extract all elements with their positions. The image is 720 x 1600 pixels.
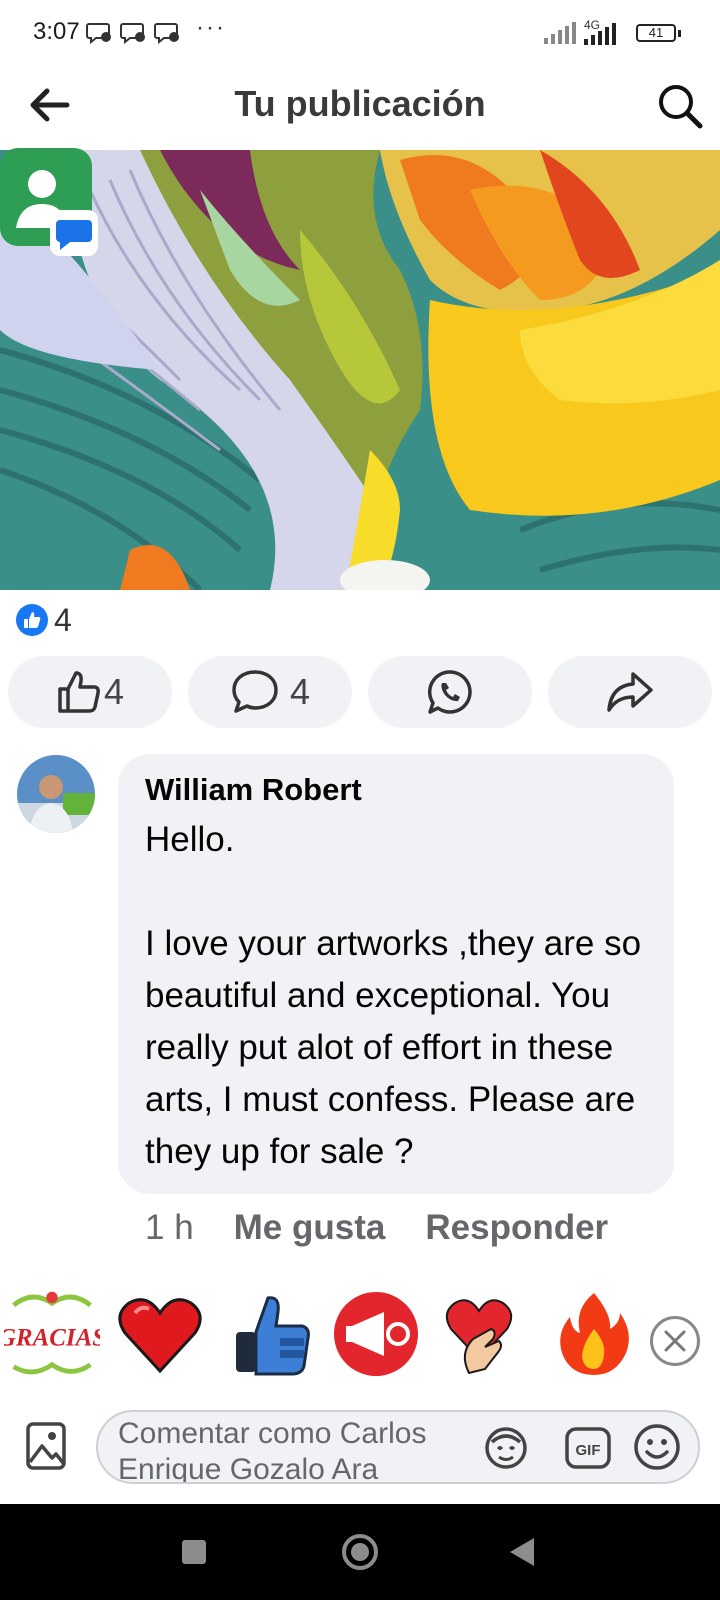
gracias-sticker[interactable]: GRACIAS: [4, 1284, 100, 1384]
comment-button[interactable]: 4: [188, 656, 352, 728]
like-button[interactable]: 4: [8, 656, 172, 728]
share-button[interactable]: [548, 656, 712, 728]
arrow-left-icon: [30, 88, 70, 122]
gif-label: GIF: [576, 1442, 601, 1459]
comment-text: Hello. I love your artworks ,they are so…: [145, 820, 642, 1171]
reaction-count: 4: [54, 601, 72, 638]
system-back-button[interactable]: [510, 1538, 534, 1566]
close-stickers-button[interactable]: [650, 1316, 700, 1366]
share-arrow-icon: [607, 672, 653, 712]
avatar-sticker-icon: [485, 1427, 527, 1469]
page-title: Tu publicación: [234, 83, 486, 124]
emoji-icon: [634, 1424, 680, 1470]
thumbs-up-icon: [58, 671, 100, 713]
comment-like-button[interactable]: Me gusta: [234, 1208, 386, 1248]
reaction-summary[interactable]: 4: [16, 600, 72, 640]
home-dot: [351, 1543, 369, 1561]
more-notifications-indicator: ···: [196, 14, 226, 41]
avatar-sticker-button[interactable]: [482, 1424, 530, 1472]
battery-level: 41: [648, 25, 664, 40]
contact-bubble-icon: [0, 148, 98, 256]
robot-thumbs-up-sticker[interactable]: [222, 1284, 318, 1384]
avatar-photo: [17, 755, 95, 833]
gif-button[interactable]: GIF: [564, 1424, 612, 1472]
artwork-image: [0, 150, 720, 590]
home-button[interactable]: [342, 1534, 378, 1570]
image-icon: [26, 1422, 66, 1470]
back-button[interactable]: [22, 78, 76, 132]
comment-input-placeholder: Comentar como Carlos Enrique Gozalo Ara: [118, 1417, 427, 1484]
chat-head-bubble[interactable]: [0, 148, 100, 258]
battery-tip: [678, 30, 681, 37]
search-icon: [659, 85, 703, 129]
whatsapp-share-button[interactable]: [368, 656, 532, 728]
comment-author[interactable]: William Robert: [145, 772, 362, 808]
recents-button[interactable]: [182, 1540, 206, 1564]
signal-icon: [584, 23, 616, 45]
comment-time: 1 h: [145, 1208, 194, 1247]
like-count: 4: [103, 671, 125, 712]
battery-icon: 41: [636, 24, 676, 42]
chat-notification-icon: [120, 23, 145, 44]
signal-icon: [544, 22, 576, 44]
chat-notification-icon: [86, 23, 111, 44]
comment-input[interactable]: Comentar como Carlos Enrique Gozalo Ara …: [96, 1410, 700, 1484]
heart-sticker[interactable]: [112, 1284, 208, 1384]
gracias-sticker-text: GRACIAS: [4, 1325, 100, 1352]
megaphone-sticker[interactable]: [328, 1284, 424, 1384]
chat-notification-icon: [154, 23, 179, 44]
heart-hand-sticker[interactable]: [436, 1284, 532, 1384]
like-reaction-icon: [16, 604, 48, 636]
commenter-avatar[interactable]: [17, 755, 95, 833]
post-artwork-image[interactable]: [0, 150, 720, 590]
comment-bubble-icon: [232, 670, 278, 713]
close-icon: [664, 1330, 686, 1352]
status-bar: 3:07 ··· 4G 41: [0, 0, 720, 66]
whatsapp-icon: [427, 670, 472, 714]
comment-meta: 1 h Me gusta Responder: [145, 1208, 608, 1248]
add-photo-button[interactable]: [24, 1418, 68, 1472]
emoji-button[interactable]: [632, 1422, 682, 1472]
comment-reply-button[interactable]: Responder: [425, 1208, 608, 1248]
comment-count: 4: [289, 671, 311, 712]
fire-sticker[interactable]: [546, 1284, 642, 1384]
search-button[interactable]: [650, 76, 710, 136]
gif-icon: GIF: [565, 1427, 611, 1469]
status-time: 3:07: [33, 18, 80, 45]
